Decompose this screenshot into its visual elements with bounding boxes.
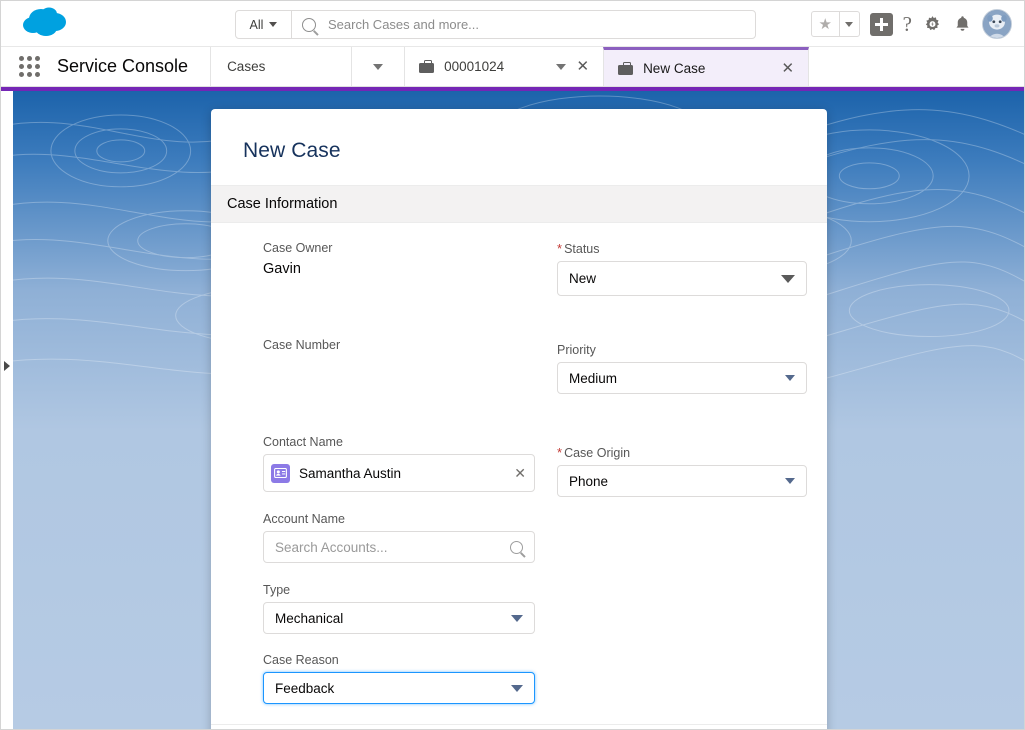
tab-case-00001024[interactable]: 00001024 ✕ (404, 47, 604, 86)
contact-name-lookup[interactable]: Samantha Austin ✕ (263, 454, 535, 492)
star-icon[interactable]: ★ (812, 12, 839, 36)
status-label-text: Status (564, 242, 600, 256)
modal-footer: Send notification email to contact Cance… (211, 724, 827, 729)
contact-name-label: Contact Name (263, 435, 343, 449)
contact-pill[interactable]: Samantha Austin (271, 463, 508, 483)
account-name-label: Account Name (263, 512, 345, 526)
tab-close-icon[interactable]: ✕ (781, 61, 794, 76)
case-reason-value: Feedback (275, 680, 335, 696)
tab-cases[interactable]: Cases (210, 47, 352, 86)
salesforce-cloud-logo[interactable] (19, 6, 75, 42)
chevron-down-icon (269, 22, 278, 27)
case-origin-select[interactable]: Phone (557, 465, 807, 497)
user-avatar[interactable] (982, 9, 1012, 39)
close-icon[interactable]: ✕ (508, 465, 526, 482)
required-marker: * (557, 241, 563, 256)
case-origin-label: * Case Origin (557, 445, 807, 460)
priority-value: Medium (569, 370, 618, 386)
search-icon (302, 17, 316, 32)
field-case-number: Case Number (263, 338, 535, 418)
field-contact-name: Contact Name Samantha Austin ✕ (263, 435, 535, 492)
search-input[interactable]: Search Cases and more... (292, 11, 755, 38)
case-owner-label: Case Owner (263, 241, 333, 255)
global-search[interactable]: All Search Cases and more... (235, 10, 756, 39)
priority-label: Priority (557, 343, 596, 357)
account-name-placeholder: Search Accounts... (275, 539, 388, 555)
question-mark-icon: ? (902, 11, 912, 36)
app-launcher-grid-icon[interactable] (1, 47, 57, 86)
required-marker: * (557, 445, 563, 460)
field-case-reason: Case Reason Feedback (263, 653, 535, 704)
chevron-down-icon (785, 478, 795, 484)
service-console-window: All Search Cases and more... ★ ? Service… (0, 0, 1025, 730)
new-case-modal: New Case Case Information Case Owner Gav… (211, 109, 827, 729)
setup-button[interactable] (922, 14, 943, 35)
search-scope-label: All (249, 17, 264, 32)
form-right-column: * Status New Priority Medium * Case Orig… (557, 241, 807, 710)
tab-new-case[interactable]: New Case ✕ (603, 47, 810, 86)
search-placeholder: Search Cases and more... (328, 17, 480, 32)
case-number-label: Case Number (263, 338, 341, 352)
chevron-down-icon (373, 63, 384, 70)
briefcase-icon (618, 61, 634, 75)
search-icon (510, 540, 523, 554)
field-priority: Priority Medium (557, 343, 807, 423)
plus-icon (869, 12, 893, 36)
chevron-down-icon (785, 375, 795, 381)
field-type: Type Mechanical (263, 583, 535, 634)
favorites-group[interactable]: ★ (810, 11, 860, 37)
section-header-case-information: Case Information (211, 185, 827, 223)
status-select[interactable]: New (557, 261, 807, 296)
search-scope-select[interactable]: All (236, 11, 292, 38)
tab-cases-label: Cases (227, 59, 266, 74)
help-button[interactable]: ? (902, 11, 912, 36)
field-account-name: Account Name Search Accounts... (263, 512, 535, 563)
tab-new-case-label: New Case (643, 60, 706, 76)
tab-chevron-down-icon[interactable] (556, 63, 567, 70)
notifications-button[interactable] (953, 14, 972, 34)
console-nav-bar: Service Console Cases 00001024 ✕ New Cas… (1, 47, 1024, 87)
contact-name-value: Samantha Austin (299, 465, 402, 481)
tab-close-icon[interactable]: ✕ (576, 59, 589, 74)
bell-icon (956, 16, 969, 31)
case-reason-label: Case Reason (263, 653, 339, 667)
workspace-backdrop: New Case Case Information Case Owner Gav… (1, 91, 1024, 729)
type-label: Type (263, 583, 291, 597)
field-case-owner: Case Owner Gavin (263, 241, 535, 321)
case-origin-label-text: Case Origin (564, 446, 631, 460)
type-select[interactable]: Mechanical (263, 602, 535, 634)
utility-rail (1, 91, 13, 729)
workspace-tab-strip: Cases 00001024 ✕ New Case ✕ (210, 47, 1024, 86)
favorites-chevron-down-icon[interactable] (838, 12, 859, 36)
form-left-column: Case Owner Gavin Case Number Contact Nam… (263, 241, 535, 710)
contact-icon (271, 463, 290, 483)
account-name-input[interactable]: Search Accounts... (263, 531, 535, 563)
chevron-down-icon (511, 614, 523, 622)
gear-icon (925, 15, 940, 30)
global-header: All Search Cases and more... ★ ? (1, 1, 1024, 47)
case-number-value (263, 357, 535, 358)
page-title: New Case (243, 139, 341, 162)
priority-select[interactable]: Medium (557, 362, 807, 394)
tab-cases-menu[interactable] (351, 47, 405, 86)
status-label: * Status (557, 241, 807, 256)
tab-case-00001024-label: 00001024 (444, 59, 505, 74)
app-name: Service Console (57, 56, 189, 76)
case-form: Case Owner Gavin Case Number Contact Nam… (211, 223, 827, 710)
type-value: Mechanical (275, 610, 344, 626)
status-value: New (569, 271, 597, 286)
case-owner-value: Gavin (263, 261, 301, 277)
chevron-down-icon (511, 684, 523, 692)
briefcase-icon (419, 60, 435, 73)
expand-arrow-icon[interactable] (4, 361, 10, 371)
chevron-down-icon (781, 274, 795, 283)
header-icon-cluster: ★ ? (810, 7, 1012, 41)
add-button[interactable] (869, 12, 893, 36)
case-origin-value: Phone (569, 473, 609, 489)
case-reason-select[interactable]: Feedback (263, 672, 535, 704)
field-case-origin: * Case Origin Phone (557, 445, 807, 497)
field-status: * Status New (557, 241, 807, 321)
